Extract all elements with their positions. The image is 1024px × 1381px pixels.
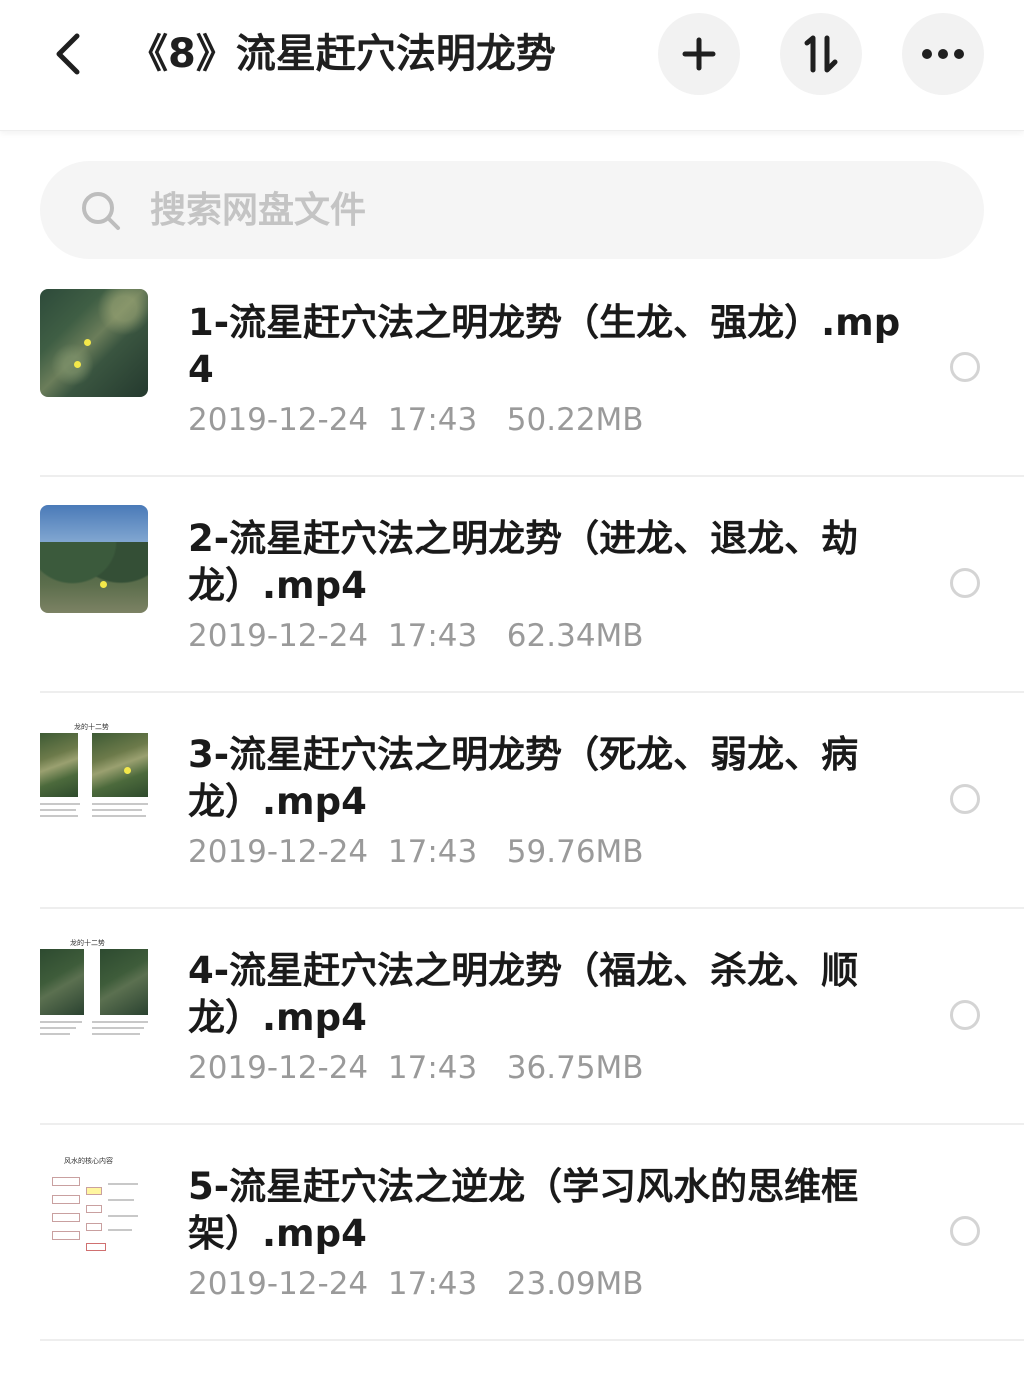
diagram-slide-thumbnail: 风水的核心内容: [40, 1153, 148, 1261]
file-date: 2019-12-24: [188, 834, 369, 870]
select-checkbox[interactable]: [950, 784, 980, 814]
file-meta: 2019-12-24 17:43 36.75MB: [188, 1046, 644, 1090]
select-checkbox[interactable]: [950, 568, 980, 598]
file-meta: 2019-12-24 17:43 59.76MB: [188, 830, 644, 874]
file-time: 17:43: [387, 402, 478, 438]
file-time: 17:43: [387, 1266, 478, 1302]
file-name: 2-流星赶穴法之明龙势（进龙、退龙、劫龙）.mp4: [188, 517, 859, 607]
file-name: 5-流星赶穴法之逆龙（学习风水的思维框架）.mp4: [188, 1165, 859, 1255]
file-date: 2019-12-24: [188, 1266, 369, 1302]
thumbnail-caption: 龙的十二势: [70, 939, 105, 947]
file-size: 36.75MB: [506, 1050, 644, 1086]
map-marker: [74, 361, 81, 368]
slide-thumbnail: 龙的十二势: [40, 937, 148, 1045]
list-item[interactable]: 龙的十二势 3-流星赶穴法之明龙势（死龙、弱龙、病龙）.mp4 2019-12-…: [0, 693, 1024, 909]
select-checkbox[interactable]: [950, 1216, 980, 1246]
back-button[interactable]: [40, 24, 96, 84]
file-size: 23.09MB: [506, 1266, 644, 1302]
file-name: 3-流星赶穴法之明龙势（死龙、弱龙、病龙）.mp4: [188, 733, 859, 823]
file-meta: 2019-12-24 17:43 50.22MB: [188, 398, 644, 442]
sort-icon: [804, 35, 838, 73]
file-time: 17:43: [387, 618, 478, 654]
file-name: 4-流星赶穴法之明龙势（福龙、杀龙、顺龙）.mp4: [188, 949, 859, 1039]
file-meta: 2019-12-24 17:43 62.34MB: [188, 614, 644, 658]
file-name: 1-流星赶穴法之明龙势（生龙、强龙）.mp4: [188, 301, 901, 391]
sort-button[interactable]: [780, 13, 862, 95]
file-size: 50.22MB: [506, 402, 644, 438]
file-time: 17:43: [387, 834, 478, 870]
slide-thumbnail: 龙的十二势: [40, 721, 148, 829]
add-button[interactable]: [658, 13, 740, 95]
select-checkbox[interactable]: [950, 1000, 980, 1030]
map-marker: [100, 581, 107, 588]
map-marker: [84, 339, 91, 346]
file-meta: 2019-12-24 17:43 23.09MB: [188, 1262, 644, 1306]
file-date: 2019-12-24: [188, 402, 369, 438]
top-bar: 《8》流星赶穴法明龙势: [0, 0, 1024, 131]
plus-icon: [682, 37, 716, 71]
map-marker: [124, 767, 131, 774]
search-placeholder: 搜索网盘文件: [150, 190, 367, 231]
search-icon: [82, 192, 120, 230]
more-horizontal-icon: [922, 49, 964, 59]
list-item[interactable]: 龙的十二势 4-流星赶穴法之明龙势（福龙、杀龙、顺龙）.mp4 2019-12-…: [0, 909, 1024, 1125]
aerial-map-thumbnail: [40, 289, 148, 397]
file-time: 17:43: [387, 1050, 478, 1086]
list-item[interactable]: 2-流星赶穴法之明龙势（进龙、退龙、劫龙）.mp4 2019-12-24 17:…: [0, 477, 1024, 693]
list-item[interactable]: 1-流星赶穴法之明龙势（生龙、强龙）.mp4 2019-12-24 17:43 …: [0, 261, 1024, 477]
thumbnail-caption: 风水的核心内容: [64, 1157, 113, 1165]
page-title: 《8》流星赶穴法明龙势: [128, 31, 556, 77]
file-list: 1-流星赶穴法之明龙势（生龙、强龙）.mp4 2019-12-24 17:43 …: [0, 261, 1024, 1341]
more-button[interactable]: [902, 13, 984, 95]
file-size: 59.76MB: [506, 834, 644, 870]
chevron-left-icon: [56, 33, 80, 75]
file-size: 62.34MB: [506, 618, 644, 654]
thumbnail-caption: 龙的十二势: [74, 723, 109, 731]
file-date: 2019-12-24: [188, 1050, 369, 1086]
list-item[interactable]: 风水的核心内容 5-流星赶穴法之逆龙（学习风水的思维框架）.mp4 2019-1…: [0, 1125, 1024, 1341]
file-date: 2019-12-24: [188, 618, 369, 654]
select-checkbox[interactable]: [950, 352, 980, 382]
mountain-landscape-thumbnail: [40, 505, 148, 613]
